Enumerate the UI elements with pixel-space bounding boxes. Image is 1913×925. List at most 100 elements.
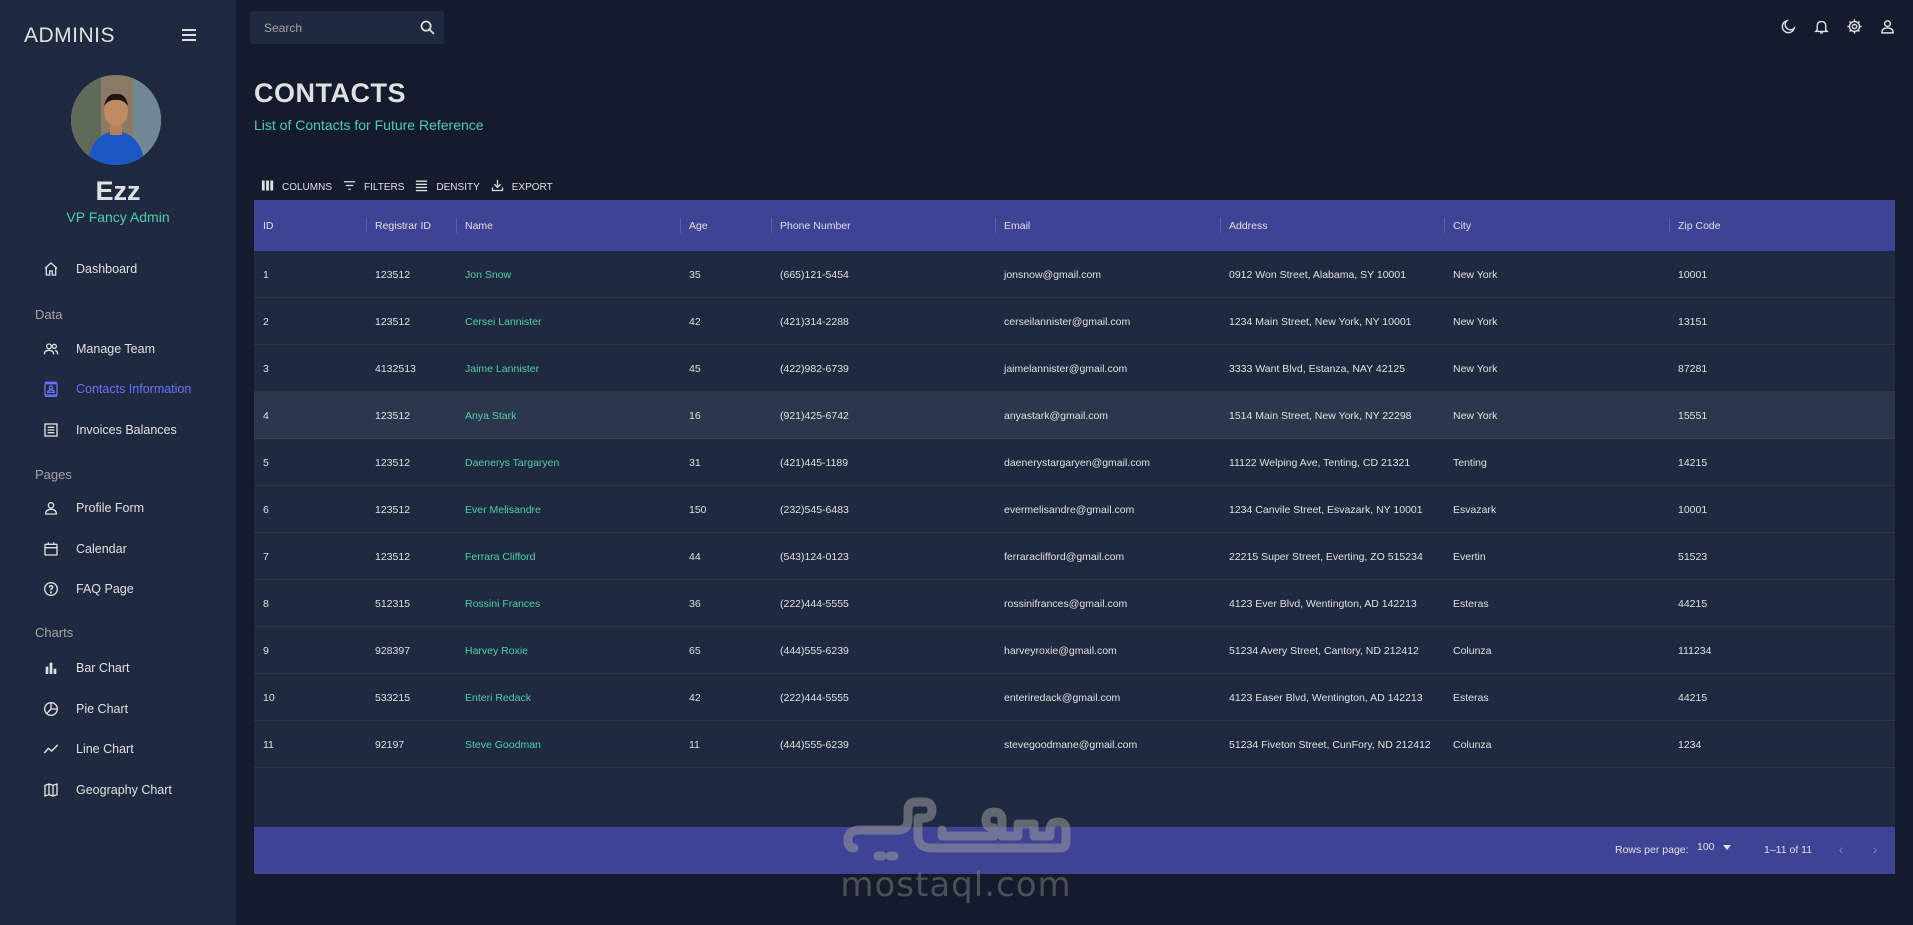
table-cell[interactable]: 4123 Easer Blvd, Wentington, AD 142213: [1229, 692, 1423, 704]
dark-mode-icon[interactable]: [1779, 17, 1798, 36]
table-cell[interactable]: New York: [1453, 363, 1497, 375]
table-cell[interactable]: 5: [263, 457, 269, 469]
table-cell[interactable]: 1: [263, 269, 269, 281]
column-separator[interactable]: [1669, 218, 1670, 233]
density-button[interactable]: Density: [414, 178, 480, 196]
table-row[interactable]: 8 512315 Rossini Frances 36 (222)444-5555 ros…: [254, 580, 1895, 627]
table-cell[interactable]: 15551: [1678, 410, 1707, 422]
table-row[interactable]: 1 123512 Jon Snow 35 (665)121-5454 jonsnow@gm…: [254, 251, 1895, 298]
table-cell[interactable]: 51523: [1678, 551, 1707, 563]
table-cell[interactable]: Jaime Lannister: [465, 363, 539, 375]
table-cell[interactable]: 10001: [1678, 504, 1707, 516]
table-cell[interactable]: 1234 Main Street, New York, NY 10001: [1229, 316, 1412, 328]
column-separator[interactable]: [680, 218, 681, 233]
table-cell[interactable]: 51234 Avery Street, Cantory, ND 212412: [1229, 645, 1419, 657]
search-icon[interactable]: [419, 19, 436, 36]
chevron-right-icon[interactable]: ›: [1867, 841, 1883, 857]
table-cell[interactable]: Colunza: [1453, 645, 1492, 657]
table-row[interactable]: 9 928397 Harvey Roxie 65 (444)555-6239 harvey…: [254, 627, 1895, 674]
table-cell[interactable]: 9: [263, 645, 269, 657]
filters-button[interactable]: Filters: [342, 178, 404, 196]
table-row[interactable]: 4 123512 Anya Stark 16 (921)425-6742 anyastar…: [254, 392, 1895, 439]
table-cell[interactable]: 3333 Want Blvd, Estanza, NAY 42125: [1229, 363, 1405, 375]
table-row[interactable]: 6 123512 Ever Melisandre 150 (232)545-6483 ev…: [254, 486, 1895, 533]
column-header[interactable]: Age: [689, 220, 708, 232]
table-cell[interactable]: 35: [689, 269, 701, 281]
table-cell[interactable]: 22215 Super Street, Everting, ZO 515234: [1229, 551, 1423, 563]
table-cell[interactable]: New York: [1453, 269, 1497, 281]
table-cell[interactable]: 10001: [1678, 269, 1707, 281]
table-cell[interactable]: 11122 Welping Ave, Tenting, CD 21321: [1229, 457, 1410, 469]
column-header[interactable]: Zip Code: [1678, 220, 1721, 232]
table-cell[interactable]: cerseilannister@gmail.com: [1004, 316, 1130, 328]
table-cell[interactable]: Esteras: [1453, 692, 1489, 704]
table-cell[interactable]: 87281: [1678, 363, 1707, 375]
table-cell[interactable]: (421)445-1189: [780, 457, 848, 469]
sidebar-item-contacts-information[interactable]: Contacts Information: [42, 378, 191, 400]
sidebar-item-manage-team[interactable]: Manage Team: [42, 338, 155, 360]
table-cell[interactable]: 42: [689, 316, 701, 328]
table-cell[interactable]: 1234 Canvile Street, Esvazark, NY 10001: [1229, 504, 1423, 516]
column-separator[interactable]: [1220, 218, 1221, 233]
column-header[interactable]: Registrar ID: [375, 220, 431, 232]
table-cell[interactable]: 123512: [375, 457, 410, 469]
table-cell[interactable]: 1234: [1678, 739, 1701, 751]
table-cell[interactable]: 123512: [375, 410, 410, 422]
table-cell[interactable]: jonsnow@gmail.com: [1004, 269, 1101, 281]
column-separator[interactable]: [995, 218, 996, 233]
table-row[interactable]: 10 533215 Enteri Redack 42 (222)444-5555 ente…: [254, 674, 1895, 721]
table-cell[interactable]: 123512: [375, 316, 410, 328]
table-cell[interactable]: daenerystargaryen@gmail.com: [1004, 457, 1150, 469]
rows-per-page-select[interactable]: 100: [1697, 841, 1731, 853]
column-header[interactable]: Phone Number: [780, 220, 851, 232]
sidebar-item-faq-page[interactable]: FAQ Page: [42, 578, 134, 600]
table-cell[interactable]: 123512: [375, 269, 410, 281]
sidebar-item-line-chart[interactable]: Line Chart: [42, 738, 134, 760]
table-cell[interactable]: (222)444-5555: [780, 692, 849, 704]
table-cell[interactable]: 150: [689, 504, 707, 516]
table-cell[interactable]: jaimelannister@gmail.com: [1004, 363, 1127, 375]
table-cell[interactable]: (543)124-0123: [780, 551, 849, 563]
column-header[interactable]: City: [1453, 220, 1471, 232]
table-cell[interactable]: Rossini Frances: [465, 598, 540, 610]
table-cell[interactable]: Harvey Roxie: [465, 645, 528, 657]
table-row[interactable]: 7 123512 Ferrara Clifford 44 (543)124-0123 fe…: [254, 533, 1895, 580]
column-header[interactable]: ID: [263, 220, 274, 232]
table-cell[interactable]: evermelisandre@gmail.com: [1004, 504, 1134, 516]
table-cell[interactable]: harveyroxie@gmail.com: [1004, 645, 1117, 657]
table-row[interactable]: 11 92197 Steve Goodman 11 (444)555-6239 steve…: [254, 721, 1895, 768]
settings-icon[interactable]: [1845, 17, 1864, 36]
notifications-icon[interactable]: [1812, 17, 1831, 36]
table-cell[interactable]: 928397: [375, 645, 410, 657]
table-cell[interactable]: 4: [263, 410, 269, 422]
table-cell[interactable]: 45: [689, 363, 701, 375]
column-header[interactable]: Name: [465, 220, 493, 232]
table-cell[interactable]: 36: [689, 598, 701, 610]
table-cell[interactable]: (665)121-5454: [780, 269, 849, 281]
table-cell[interactable]: 92197: [375, 739, 404, 751]
table-cell[interactable]: 533215: [375, 692, 410, 704]
table-cell[interactable]: (232)545-6483: [780, 504, 849, 516]
search-input[interactable]: [264, 20, 404, 35]
table-cell[interactable]: 44: [689, 551, 701, 563]
table-cell[interactable]: (444)555-6239: [780, 739, 849, 751]
table-cell[interactable]: stevegoodmane@gmail.com: [1004, 739, 1137, 751]
table-row[interactable]: 2 123512 Cersei Lannister 42 (421)314-2288 ce…: [254, 298, 1895, 345]
sidebar-item-dashboard[interactable]: Dashboard: [42, 258, 137, 280]
table-cell[interactable]: Jon Snow: [465, 269, 511, 281]
column-separator[interactable]: [366, 218, 367, 233]
table-cell[interactable]: 0912 Won Street, Alabama, SY 10001: [1229, 269, 1406, 281]
table-cell[interactable]: (422)982-6739: [780, 363, 849, 375]
table-cell[interactable]: Evertin: [1453, 551, 1486, 563]
sidebar-item-bar-chart[interactable]: Bar Chart: [42, 657, 130, 679]
table-cell[interactable]: Esvazark: [1453, 504, 1496, 516]
sidebar-item-profile-form[interactable]: Profile Form: [42, 497, 144, 519]
table-cell[interactable]: 512315: [375, 598, 410, 610]
table-cell[interactable]: 4132513: [375, 363, 416, 375]
table-cell[interactable]: 16: [689, 410, 701, 422]
table-cell[interactable]: 51234 Fiveton Street, CunFory, ND 212412: [1229, 739, 1431, 751]
table-cell[interactable]: Ever Melisandre: [465, 504, 541, 516]
table-cell[interactable]: anyastark@gmail.com: [1004, 410, 1108, 422]
table-cell[interactable]: 13151: [1678, 316, 1707, 328]
table-cell[interactable]: 8: [263, 598, 269, 610]
